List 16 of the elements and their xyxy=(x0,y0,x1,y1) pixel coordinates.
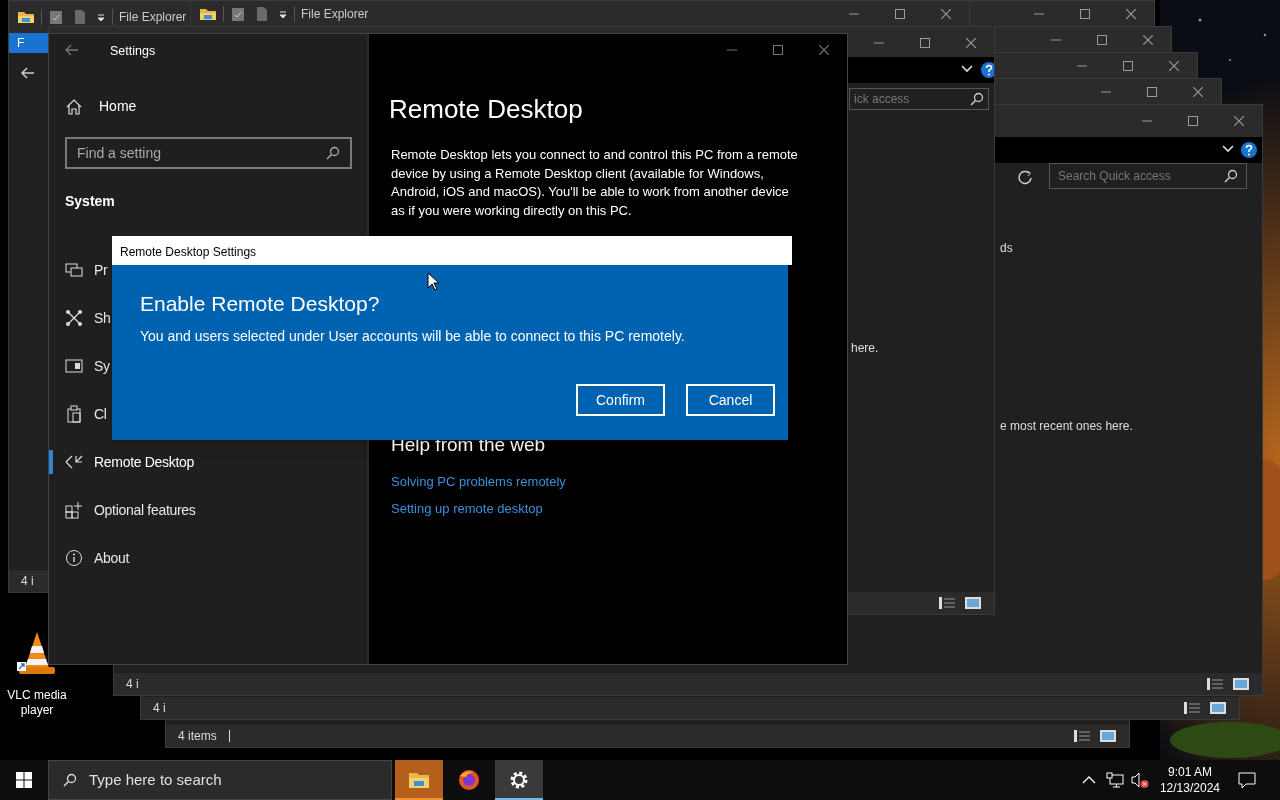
description-text: Remote Desktop lets you connect to and control this PC from a remote device by using a Remote Desktop client (available for Windows, Android, iOS and macOS). You'll be able to work from another device as if you were working directly on this PC. xyxy=(391,146,799,220)
body-text: here. xyxy=(851,340,879,357)
body-text: e most recent ones here. xyxy=(1000,418,1133,435)
status-text: 4 i xyxy=(20,573,34,590)
section-heading: System xyxy=(65,192,115,211)
dialog-title: Remote Desktop Settings xyxy=(120,244,257,261)
body-text: ds xyxy=(1000,240,1013,257)
window-title: File Explorer xyxy=(119,9,187,26)
status-text: 4 items xyxy=(177,728,217,745)
dialog-message: You and users selected under User accounts will be able to connect to this PC remotely. xyxy=(140,327,685,346)
window-title: Settings xyxy=(110,43,156,60)
status-text: 4 i xyxy=(152,700,166,717)
status-text: 4 i xyxy=(125,676,139,693)
dialog-heading: Enable Remote Desktop? xyxy=(140,291,380,317)
window-title: File Explorer xyxy=(301,6,369,23)
page-heading: Remote Desktop xyxy=(389,93,583,126)
